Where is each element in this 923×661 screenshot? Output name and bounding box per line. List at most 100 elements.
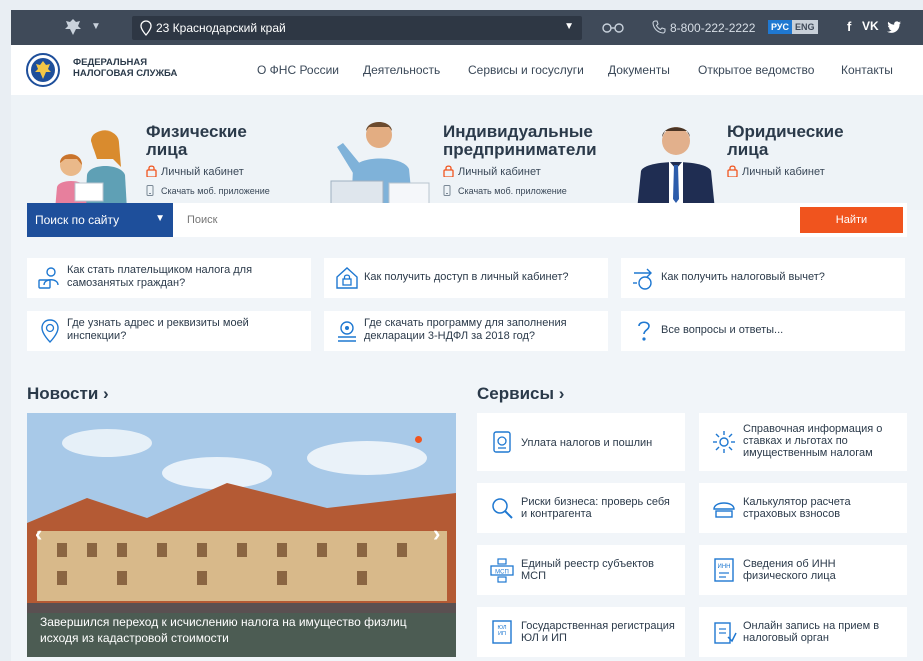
legal-title-line1: Юридические: [727, 122, 844, 141]
logo-line-2: НАЛОГОВАЯ СЛУЖБА: [73, 68, 178, 79]
entrepreneurs-cabinet-link[interactable]: Личный кабинет: [443, 165, 541, 178]
phone-icon: [652, 20, 666, 34]
individuals-cabinet-link[interactable]: Личный кабинет: [146, 165, 244, 178]
house-lock-icon: [336, 267, 358, 289]
faq-card-inspection-address[interactable]: Где узнать адрес и реквизиты моей инспек…: [27, 311, 311, 351]
service-label: Онлайн запись на прием в налоговый орган: [743, 620, 880, 644]
entrepreneurs-title[interactable]: Индивидуальные предприниматели: [443, 123, 597, 159]
registration-document-icon: ЮЛИП: [492, 620, 512, 644]
nav-documents[interactable]: Документы: [608, 63, 670, 77]
twitter-icon[interactable]: [887, 21, 901, 33]
registry-icon: МСП: [490, 558, 514, 583]
service-online-appointment[interactable]: Онлайн запись на прием в налоговый орган: [699, 607, 907, 657]
svg-text:МСП: МСП: [495, 570, 509, 576]
service-inn-info[interactable]: ИНН Сведения об ИНН физического лица: [699, 545, 907, 595]
gear-download-icon: [338, 321, 356, 342]
magnifier-icon: [492, 498, 513, 519]
entrepreneurs-cabinet-label: Личный кабинет: [458, 166, 541, 178]
hotline-phone[interactable]: 8-800-222-2222: [670, 21, 755, 35]
nav-services[interactable]: Сервисы и госуслуги: [468, 63, 584, 77]
faq-card-cabinet-access[interactable]: Как получить доступ в личный кабинет?: [324, 258, 608, 298]
service-sme-registry[interactable]: МСП Единый реестр субъектов МСП: [477, 545, 685, 595]
legal-cabinet-link[interactable]: Личный кабинет: [727, 165, 825, 178]
faq-question: Где узнать адрес и реквизиты моей инспек…: [67, 317, 249, 342]
faq-question: Как получить доступ в личный кабинет?: [364, 271, 569, 283]
service-label: Сведения об ИНН физического лица: [743, 558, 836, 582]
individuals-title[interactable]: Физические лица: [146, 123, 247, 159]
faq-question: Где скачать программу для заполнения дек…: [364, 317, 567, 342]
faq-card-self-employed[interactable]: Как стать плательщиком налога для самоза…: [27, 258, 311, 298]
individuals-app-label: Скачать моб. приложение: [161, 186, 270, 196]
region-select[interactable]: 23 Краснодарский край ▼: [132, 16, 582, 40]
individuals-title-line1: Физические: [146, 122, 247, 141]
service-state-registration[interactable]: ЮЛ ИП Государственная регистрация ЮЛ и ИП: [477, 607, 685, 657]
facebook-icon[interactable]: f: [847, 19, 851, 34]
services-heading-label: Сервисы: [477, 384, 554, 403]
chevron-down-icon: ▼: [155, 213, 165, 224]
entrepreneurs-title-line2: предприниматели: [443, 140, 597, 159]
news-carousel[interactable]: ‹ › Завершился переход к исчислению нало…: [27, 413, 456, 657]
chevron-right-icon[interactable]: ›: [433, 521, 440, 547]
search-input[interactable]: [187, 203, 787, 237]
service-property-tax-info[interactable]: Справочная информация о ставках и льгота…: [699, 413, 907, 471]
news-heading[interactable]: Новости ›: [27, 384, 109, 404]
faq-card-download-3ndfl[interactable]: Где скачать программу для заполнения дек…: [324, 311, 608, 351]
faq-question: Как стать плательщиком налога для самоза…: [67, 264, 253, 289]
rates-info-icon: [713, 431, 735, 453]
service-label: Риски бизнеса: проверь себя и контрагент…: [521, 496, 670, 520]
svg-text:ИНН: ИНН: [718, 564, 731, 570]
entrepreneurs-app-link[interactable]: Скачать моб. приложение: [443, 185, 567, 196]
glasses-icon[interactable]: [601, 19, 625, 35]
mobile-icon: [146, 185, 154, 196]
news-heading-label: Новости: [27, 384, 99, 403]
service-tax-payment[interactable]: Уплата налогов и пошлин: [477, 413, 685, 471]
lang-en-button[interactable]: ENG: [792, 20, 818, 34]
legal-title-line2: лица: [727, 140, 769, 159]
faq-question: Все вопросы и ответы...: [661, 324, 784, 336]
appointment-icon: [714, 622, 737, 644]
vk-icon[interactable]: VK: [862, 19, 879, 33]
question-icon: [638, 321, 650, 341]
fns-logo-icon[interactable]: [26, 53, 60, 87]
service-label: Справочная информация о ставках и льгота…: [743, 423, 883, 459]
inn-document-icon: ИНН: [714, 558, 734, 582]
service-insurance-calculator[interactable]: Калькулятор расчета страховых взносов: [699, 483, 907, 533]
service-label: Уплата налогов и пошлин: [521, 437, 653, 449]
faq-question: Как получить налоговый вычет?: [661, 271, 825, 283]
chevron-down-icon[interactable]: ▼: [91, 21, 101, 32]
svg-text:ИП: ИП: [498, 631, 506, 637]
carousel-indicator[interactable]: [415, 436, 422, 443]
chevron-left-icon[interactable]: ‹: [35, 521, 42, 547]
payment-icon: [493, 431, 511, 453]
entrepreneurs-title-line1: Индивидуальные: [443, 122, 593, 141]
main-nav: ФЕДЕРАЛЬНАЯ НАЛОГОВАЯ СЛУЖБА О ФНС Росси…: [11, 45, 923, 95]
legal-entities-title[interactable]: Юридические лица: [727, 123, 844, 159]
nav-about[interactable]: О ФНС России: [257, 63, 339, 77]
nav-contacts[interactable]: Контакты: [841, 63, 893, 77]
lock-icon: [443, 165, 454, 177]
logo-text[interactable]: ФЕДЕРАЛЬНАЯ НАЛОГОВАЯ СЛУЖБА: [73, 57, 177, 79]
individuals-title-line2: лица: [146, 140, 188, 159]
service-label: Калькулятор расчета страховых взносов: [743, 496, 851, 520]
lock-icon: [146, 165, 157, 177]
news-caption[interactable]: Завершился переход к исчислению налога н…: [27, 603, 456, 657]
nav-open-agency[interactable]: Открытое ведомство: [698, 63, 814, 77]
calculator-icon: [713, 502, 735, 518]
individuals-app-link[interactable]: Скачать моб. приложение: [146, 185, 270, 196]
refund-icon: [633, 268, 652, 290]
lang-ru-button[interactable]: РУС: [768, 20, 792, 34]
search-scope-select[interactable]: Поиск по сайту ▼: [27, 203, 173, 237]
site-search: Поиск по сайту ▼ Найти: [27, 203, 907, 237]
nav-activity[interactable]: Деятельность: [363, 63, 440, 77]
service-business-risks[interactable]: Риски бизнеса: проверь себя и контрагент…: [477, 483, 685, 533]
search-button[interactable]: Найти: [800, 207, 903, 233]
region-value: 23 Краснодарский край: [156, 21, 286, 35]
search-scope-label: Поиск по сайту: [35, 213, 120, 227]
logo-line-1: ФЕДЕРАЛЬНАЯ: [73, 57, 148, 68]
individuals-cabinet-label: Личный кабинет: [161, 166, 244, 178]
emblem-icon[interactable]: [63, 17, 83, 37]
services-heading[interactable]: Сервисы ›: [477, 384, 564, 404]
faq-card-tax-deduction[interactable]: Как получить налоговый вычет?: [621, 258, 905, 298]
faq-card-all-questions[interactable]: Все вопросы и ответы...: [621, 311, 905, 351]
entrepreneurs-app-label: Скачать моб. приложение: [458, 186, 567, 196]
